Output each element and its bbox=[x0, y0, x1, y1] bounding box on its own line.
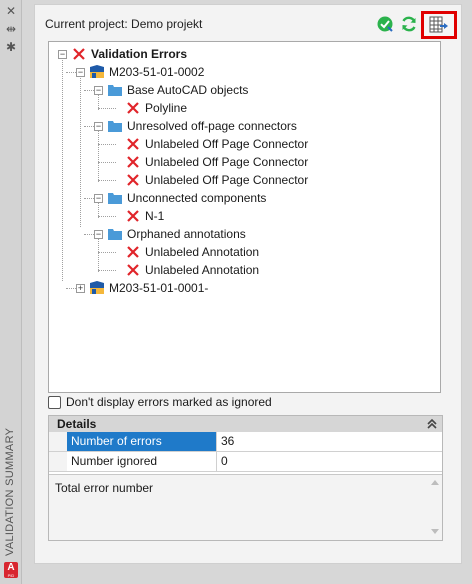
property-row[interactable]: Number ignored 0 bbox=[49, 452, 442, 472]
error-x-icon bbox=[125, 136, 141, 152]
tree-node-group[interactable]: Orphaned annotations bbox=[107, 225, 246, 243]
tree-guide-line bbox=[98, 216, 116, 217]
folder-icon bbox=[107, 226, 123, 242]
drawing-icon bbox=[89, 64, 105, 80]
property-name: Number ignored bbox=[67, 452, 217, 471]
property-value: 36 bbox=[221, 434, 235, 448]
folder-icon bbox=[107, 118, 123, 134]
current-project-label: Current project: Demo projekt bbox=[45, 17, 203, 31]
drawing-icon bbox=[89, 280, 105, 296]
property-gutter bbox=[49, 432, 67, 451]
collapse-chevron-icon[interactable] bbox=[425, 417, 439, 431]
error-x-icon bbox=[125, 172, 141, 188]
refresh-button[interactable] bbox=[399, 14, 419, 34]
scroll-down-icon[interactable] bbox=[431, 529, 439, 534]
tree-node-error[interactable]: Unlabeled Off Page Connector bbox=[125, 135, 308, 153]
tree-guide-line bbox=[98, 180, 116, 181]
tree-guide-line bbox=[84, 198, 94, 199]
tree-guide-line bbox=[98, 252, 116, 253]
tree-guide-line bbox=[84, 126, 94, 127]
collapse-toggle[interactable]: − bbox=[94, 86, 103, 95]
tree-node-error[interactable]: N-1 bbox=[125, 207, 164, 225]
tree-guide-line bbox=[84, 234, 94, 235]
description-scrollbar[interactable] bbox=[430, 478, 440, 538]
tree-guide-line bbox=[98, 128, 99, 182]
collapse-toggle[interactable]: − bbox=[76, 68, 85, 77]
tree-guide-line bbox=[98, 108, 116, 109]
tree-guide-line bbox=[98, 144, 116, 145]
auto-hide-icon[interactable]: ⇹ bbox=[3, 22, 19, 36]
check-validate-icon bbox=[377, 16, 393, 32]
details-section: Details Number of errors 36 Number ignor… bbox=[48, 415, 443, 541]
tree-node-error[interactable]: Unlabeled Off Page Connector bbox=[125, 153, 308, 171]
tree-node-drawing[interactable]: M203-51-01-0002 bbox=[89, 63, 204, 81]
settings-icon[interactable]: ✱ bbox=[3, 40, 19, 54]
validate-button[interactable] bbox=[375, 14, 395, 34]
tree-guide-line bbox=[62, 56, 63, 281]
tree-node-group[interactable]: Unconnected components bbox=[107, 189, 266, 207]
refresh-icon bbox=[402, 16, 416, 32]
validation-summary-panel: Current project: Demo projekt − − − − − … bbox=[34, 4, 462, 564]
collapse-toggle[interactable]: − bbox=[94, 230, 103, 239]
tree-guide-line bbox=[84, 90, 94, 91]
scroll-up-icon[interactable] bbox=[431, 480, 439, 485]
tree-guide-line bbox=[66, 72, 76, 73]
error-x-icon bbox=[125, 208, 141, 224]
app-logo-icon: A PID bbox=[4, 562, 18, 578]
tree-node-error[interactable]: Unlabeled Annotation bbox=[125, 243, 259, 261]
property-name: Number of errors bbox=[67, 432, 217, 451]
tree-guide-line bbox=[98, 236, 99, 272]
error-x-icon bbox=[125, 262, 141, 278]
palette-title: VALIDATION SUMMARY bbox=[4, 427, 16, 556]
tree-guide-line bbox=[80, 72, 81, 227]
export-report-icon bbox=[429, 16, 448, 33]
tree-guide-line bbox=[98, 162, 116, 163]
expand-toggle[interactable]: + bbox=[76, 284, 85, 293]
close-icon[interactable]: ✕ bbox=[3, 4, 19, 18]
tree-guide-line bbox=[66, 288, 76, 289]
error-x-icon bbox=[71, 46, 87, 62]
tree-node-error[interactable]: Unlabeled Annotation bbox=[125, 261, 259, 279]
folder-icon bbox=[107, 82, 123, 98]
hide-ignored-label: Don't display errors marked as ignored bbox=[66, 395, 272, 409]
hide-ignored-checkbox[interactable] bbox=[48, 395, 61, 409]
tree-node-group[interactable]: Base AutoCAD objects bbox=[107, 81, 248, 99]
property-description: Total error number bbox=[49, 474, 442, 540]
tree-node-error[interactable]: Polyline bbox=[125, 99, 187, 117]
property-value: 0 bbox=[221, 454, 228, 468]
collapse-toggle[interactable]: − bbox=[94, 194, 103, 203]
property-gutter bbox=[49, 452, 67, 471]
collapse-toggle[interactable]: − bbox=[58, 50, 67, 59]
export-report-button[interactable] bbox=[421, 11, 457, 39]
property-row[interactable]: Number of errors 36 bbox=[49, 432, 442, 452]
error-x-icon bbox=[125, 100, 141, 116]
collapse-toggle[interactable]: − bbox=[94, 122, 103, 131]
tree-node-group[interactable]: Unresolved off-page connectors bbox=[107, 117, 297, 135]
hide-ignored-option[interactable]: Don't display errors marked as ignored bbox=[48, 394, 272, 410]
details-header[interactable]: Details bbox=[49, 416, 442, 432]
tree-node-drawing[interactable]: M203-51-01-0001- bbox=[89, 279, 208, 297]
palette-titlebar: ✕ ⇹ ✱ VALIDATION SUMMARY A PID bbox=[0, 0, 22, 584]
error-x-icon bbox=[125, 154, 141, 170]
error-x-icon bbox=[125, 244, 141, 260]
tree-guide-line bbox=[98, 270, 116, 271]
tree-node-root[interactable]: Validation Errors bbox=[71, 45, 187, 63]
validation-tree[interactable]: − − − − − − + Validation Errors M203-51-… bbox=[48, 41, 441, 393]
tree-node-error[interactable]: Unlabeled Off Page Connector bbox=[125, 171, 308, 189]
folder-icon bbox=[107, 190, 123, 206]
